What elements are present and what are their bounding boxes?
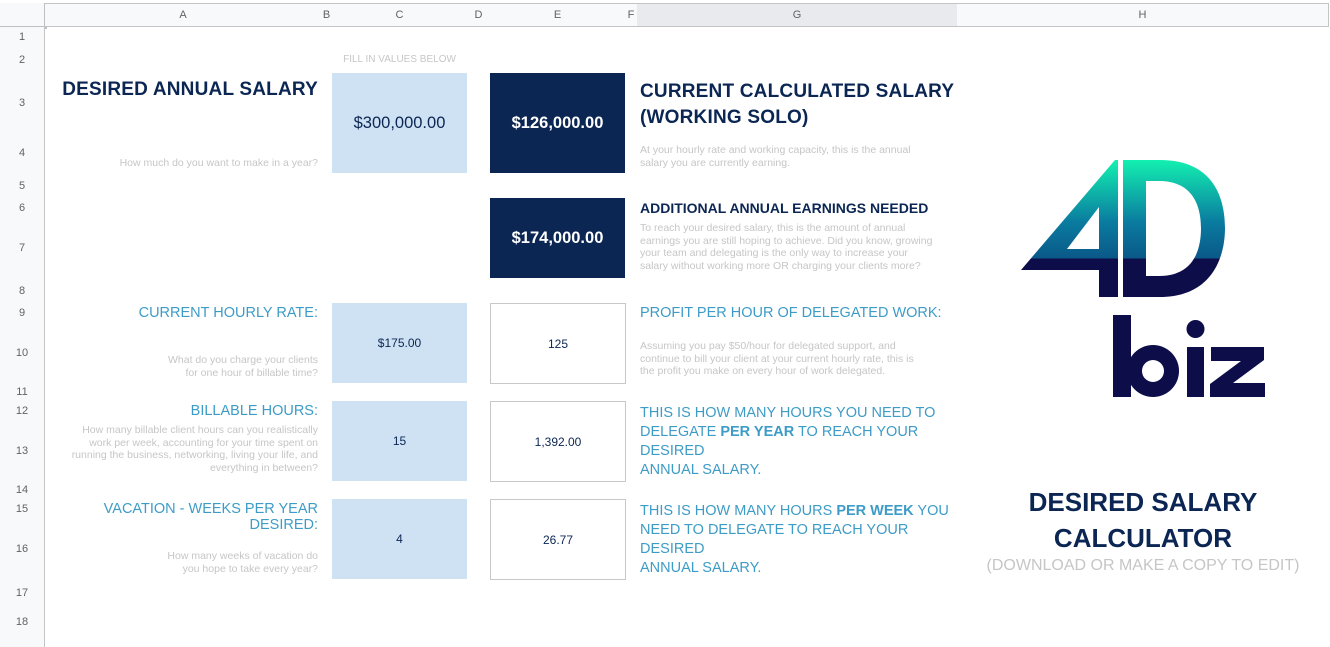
row-header-2[interactable]: 2 [0,47,45,74]
calculator-title: DESIRED SALARY CALCULATOR [957,484,1329,556]
row-header-18[interactable]: 18 [0,607,45,638]
hours-per-year-value: 1,392.00 [490,401,626,482]
additional-earnings-description-line4: salary without working more OR charging … [640,259,921,272]
column-header-a[interactable]: A [45,3,322,27]
hours-per-week-line1-post: YOU [913,503,949,519]
row-header-12[interactable]: 12 [0,401,45,422]
column-header-c[interactable]: C [332,3,468,27]
billable-hours-hint-line4: everything in between? [210,461,318,474]
billable-hours-hint-line2: work per week, accounting for your time … [89,436,318,449]
current-salary-value: $126,000.00 [490,73,625,173]
hourly-rate-input[interactable]: $175.00 [332,303,467,383]
calculator-title-line1: DESIRED SALARY [1028,487,1258,517]
column-header-h[interactable]: H [957,3,1329,27]
profit-per-hour-description-line3: the profit you make on every hour of wor… [640,365,886,377]
hours-per-week-value: 26.77 [490,499,626,580]
hours-per-year-line2-pre: DELEGATE [640,424,721,440]
4d-biz-logo [1021,160,1265,397]
desired-salary-input[interactable]: $300,000.00 [332,73,467,173]
billable-hours-label: BILLABLE HOURS: [190,403,318,419]
additional-earnings-description-line2: earnings you are still hoping to achieve… [640,234,933,247]
row-header-8[interactable]: 8 [0,278,45,304]
hours-per-year-description: THIS IS HOW MANY HOURS YOU NEED TO DELEG… [640,404,960,480]
profit-per-hour-description-line1: Assuming you pay $50/hour for delegated … [640,340,896,352]
additional-earnings-title: ADDITIONAL ANNUAL EARNINGS NEEDED [640,200,929,216]
profit-per-hour-description: Assuming you pay $50/hour for delegated … [640,340,960,378]
billable-hours-input[interactable]: 15 [332,401,467,481]
calculator-title-line2: CALCULATOR [1053,523,1233,553]
inputs-header: FILL IN VALUES BELOW [343,54,456,65]
hourly-rate-hint: What do you charge your clients for one … [45,354,318,379]
row-header-19[interactable] [0,637,45,647]
hours-per-week-description: THIS IS HOW MANY HOURS PER WEEK YOU NEED… [640,502,960,578]
desired-salary-label: DESIRED ANNUAL SALARY [62,79,318,100]
current-salary-description: At your hourly rate and working capacity… [640,144,955,169]
column-header-e[interactable]: E [490,3,626,27]
current-salary-title: CURRENT CALCULATED SALARY (WORKING SOLO) [640,79,955,131]
hours-per-year-line1: THIS IS HOW MANY HOURS YOU NEED TO [640,405,936,421]
current-salary-description-line1: At your hourly rate and working capacity… [640,144,911,156]
row-header-11[interactable]: 11 [0,383,45,402]
row-header-4[interactable]: 4 [0,133,45,174]
vacation-hint-line1: How many weeks of vacation do [167,550,318,562]
row-header-10[interactable]: 10 [0,323,45,384]
row-header-7[interactable]: 7 [0,218,45,279]
billable-hours-hint: How many billable client hours can you r… [45,424,318,474]
select-all-corner[interactable] [0,3,47,29]
vacation-input[interactable]: 4 [332,499,467,579]
additional-earnings-description-line1: To reach your desired salary, this is th… [640,222,906,234]
row-header-5[interactable]: 5 [0,173,45,199]
row-header-1[interactable]: 1 [0,27,45,48]
profit-per-hour-title: PROFIT PER HOUR OF DELEGATED WORK: [640,305,942,321]
hours-per-week-line3: ANNUAL SALARY. [640,560,762,576]
row-header-3[interactable]: 3 [0,73,45,134]
logo-biz-text [1113,315,1265,397]
row-header-13[interactable]: 13 [0,421,45,482]
profit-per-hour-value: 125 [490,303,626,384]
column-header-g[interactable]: G [637,3,958,27]
hours-per-year-line2-bold: PER YEAR [720,424,795,440]
hours-per-week-line1: THIS IS HOW MANY HOURS PER WEEK YOU [640,502,960,521]
row-header-14[interactable]: 14 [0,481,45,500]
row-header-6[interactable]: 6 [0,198,45,219]
row-header-17[interactable]: 17 [0,579,45,608]
hours-per-week-line1-bold: PER WEEK [836,503,914,519]
row-header-16[interactable]: 16 [0,519,45,580]
billable-hours-hint-line3: running the business, networking, living… [71,449,318,461]
row-header-15[interactable]: 15 [0,499,45,520]
current-salary-description-line2: salary you are currently earning. [640,156,790,169]
billable-hours-hint-line1: How many billable client hours can you r… [82,424,318,436]
logo-4d-mark [1021,160,1225,297]
current-salary-title-line2: (WORKING SOLO) [640,107,809,128]
vacation-hint-line2: you hope to take every year? [182,562,318,575]
desired-salary-hint: How much do you want to make in a year? [119,157,318,169]
row-header-9[interactable]: 9 [0,303,45,324]
vacation-label: VACATION - WEEKS PER YEAR DESIRED: [103,501,318,533]
column-header-d[interactable]: D [467,3,491,27]
calculator-subtitle[interactable]: (DOWNLOAD OR MAKE A COPY TO EDIT) [957,557,1329,575]
additional-earnings-value: $174,000.00 [490,198,625,278]
hours-per-week-line1-pre: THIS IS HOW MANY HOURS [640,503,837,519]
hours-per-week-line2: NEED TO DELEGATE TO REACH YOUR DESIRED [640,522,909,557]
hourly-rate-hint-line2: for one hour of billable time? [185,366,319,379]
vacation-hint: How many weeks of vacation do you hope t… [45,550,318,575]
hourly-rate-hint-line1: What do you charge your clients [168,354,318,366]
hours-per-year-line3: ANNUAL SALARY. [640,462,762,478]
current-salary-title-line1: CURRENT CALCULATED SALARY [640,81,955,102]
hours-per-year-line2: DELEGATE PER YEAR TO REACH YOUR DESIRED [640,423,960,461]
profit-per-hour-description-line2: continue to bill your client at your cur… [640,352,914,365]
hourly-rate-label: CURRENT HOURLY RATE: [138,305,318,321]
additional-earnings-description: To reach your desired salary, this is th… [640,222,960,272]
additional-earnings-description-line3: your team and delegating is the only way… [640,247,908,259]
